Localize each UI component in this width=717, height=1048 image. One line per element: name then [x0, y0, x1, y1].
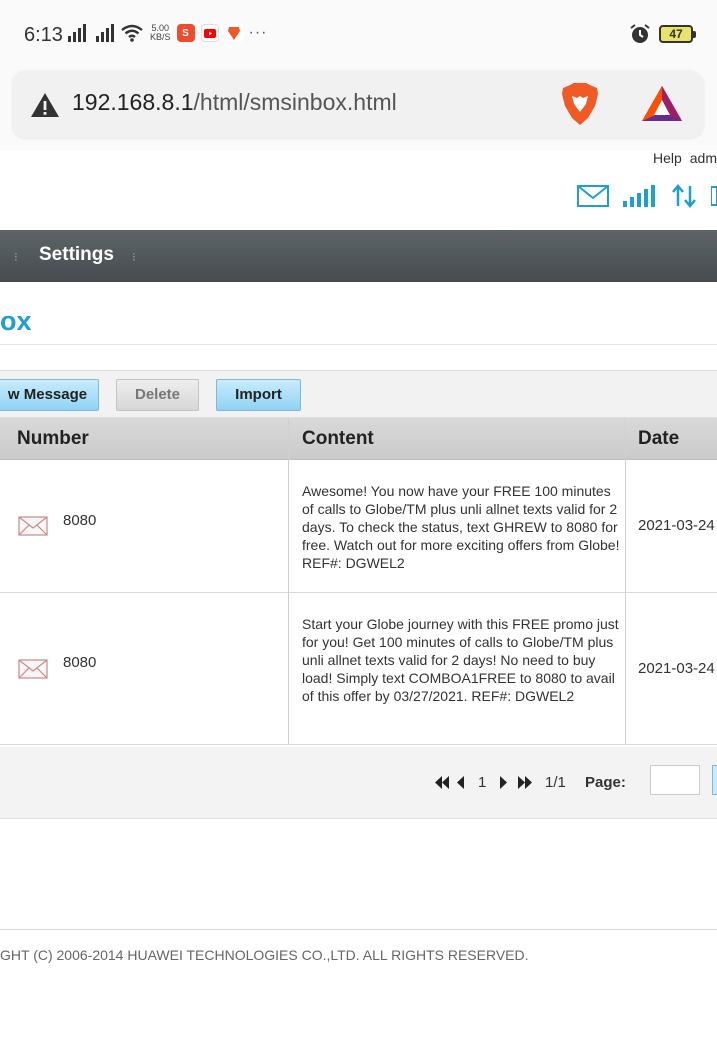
- status-right: 47: [629, 23, 696, 45]
- page-label: Page:: [585, 774, 626, 791]
- url-text[interactable]: 192.168.8.1/html/smsinbox.html: [72, 89, 397, 116]
- nav-separator: ⁝: [132, 250, 136, 264]
- new-message-button[interactable]: w Message: [0, 379, 99, 411]
- column-date[interactable]: Date: [638, 428, 679, 450]
- router-status-icons: [577, 184, 717, 208]
- first-page-icon[interactable]: [434, 776, 450, 789]
- message-date: 2021-03-24: [638, 660, 715, 677]
- signal-strength-icon: [623, 185, 655, 207]
- web-content: Help adm ⁝ Settings ⁝ ox w Message Delet…: [0, 150, 717, 1048]
- help-link[interactable]: Help: [653, 150, 682, 166]
- shopee-app-icon: S: [176, 24, 195, 42]
- header-links: Help adm: [645, 150, 717, 166]
- unread-mail-icon: [18, 516, 48, 536]
- table-header: Number Content Date: [0, 418, 717, 460]
- user-link[interactable]: adm: [690, 150, 717, 166]
- message-date: 2021-03-24: [638, 517, 715, 534]
- rewards-triangle-icon[interactable]: [640, 84, 684, 124]
- sender-number: 8080: [63, 654, 97, 671]
- footer-divider: [0, 929, 717, 930]
- address-bar[interactable]: 192.168.8.1/html/smsinbox.html: [12, 70, 704, 138]
- alarm-icon: [630, 24, 650, 43]
- next-page-icon[interactable]: [499, 776, 508, 789]
- nav-separator: ⁝: [14, 250, 18, 264]
- screen: 6:13 5.00 KB/S S ··· 47 192.168.8.1/html…: [0, 0, 717, 1048]
- nav-settings[interactable]: Settings: [39, 244, 114, 266]
- main-nav: ⁝ Settings ⁝: [0, 230, 717, 282]
- page-title: ox: [0, 306, 32, 336]
- browser-toolbar: 192.168.8.1/html/smsinbox.html: [0, 62, 717, 154]
- page-number-input[interactable]: [650, 765, 700, 795]
- message-content: Start your Globe journey with this FREE …: [302, 616, 619, 704]
- table-row[interactable]: 8080 Awesome! You now have your FREE 100…: [0, 460, 717, 593]
- status-bar: 6:13 5.00 KB/S S ··· 47: [0, 0, 717, 70]
- sms-toolbar: w Message Delete Import: [0, 370, 717, 418]
- signal-icon: [68, 24, 86, 42]
- sender-number: 8080: [63, 512, 97, 529]
- page-count: 1/1: [545, 774, 566, 791]
- copyright-text: GHT (C) 2006-2014 HUAWEI TECHNOLOGIES CO…: [0, 947, 529, 963]
- brave-notification-icon: [224, 24, 243, 42]
- youtube-app-icon: [200, 24, 219, 42]
- delete-button[interactable]: Delete: [116, 379, 199, 411]
- current-page[interactable]: 1: [478, 774, 486, 791]
- device-icon: [711, 186, 717, 206]
- table-row[interactable]: 8080 Start your Globe journey with this …: [0, 593, 717, 745]
- column-divider: [288, 418, 289, 745]
- battery-icon: 47: [659, 25, 696, 43]
- column-number[interactable]: Number: [17, 428, 89, 450]
- network-speed: 5.00 KB/S: [150, 23, 171, 42]
- import-button[interactable]: Import: [216, 379, 301, 411]
- column-divider: [625, 418, 626, 745]
- signal-icon-2: [96, 24, 114, 42]
- warning-icon[interactable]: [30, 92, 60, 118]
- status-icons: 5.00 KB/S S ···: [68, 24, 268, 42]
- message-content: Awesome! You now have your FREE 100 minu…: [302, 483, 620, 571]
- prev-page-icon[interactable]: [456, 776, 465, 789]
- title-divider: [0, 344, 717, 345]
- data-transfer-icon: [672, 184, 696, 208]
- last-page-icon[interactable]: [517, 776, 533, 789]
- more-notifications-icon: ···: [248, 24, 268, 41]
- go-page-button[interactable]: [712, 765, 717, 795]
- unread-mail-icon: [18, 659, 48, 679]
- pagination: 1 1/1 Page:: [0, 747, 717, 819]
- column-content[interactable]: Content: [302, 428, 374, 450]
- brave-shields-icon[interactable]: [560, 82, 600, 126]
- wifi-icon: [121, 24, 143, 42]
- status-time: 6:13: [24, 24, 63, 46]
- sms-envelope-icon[interactable]: [577, 185, 609, 207]
